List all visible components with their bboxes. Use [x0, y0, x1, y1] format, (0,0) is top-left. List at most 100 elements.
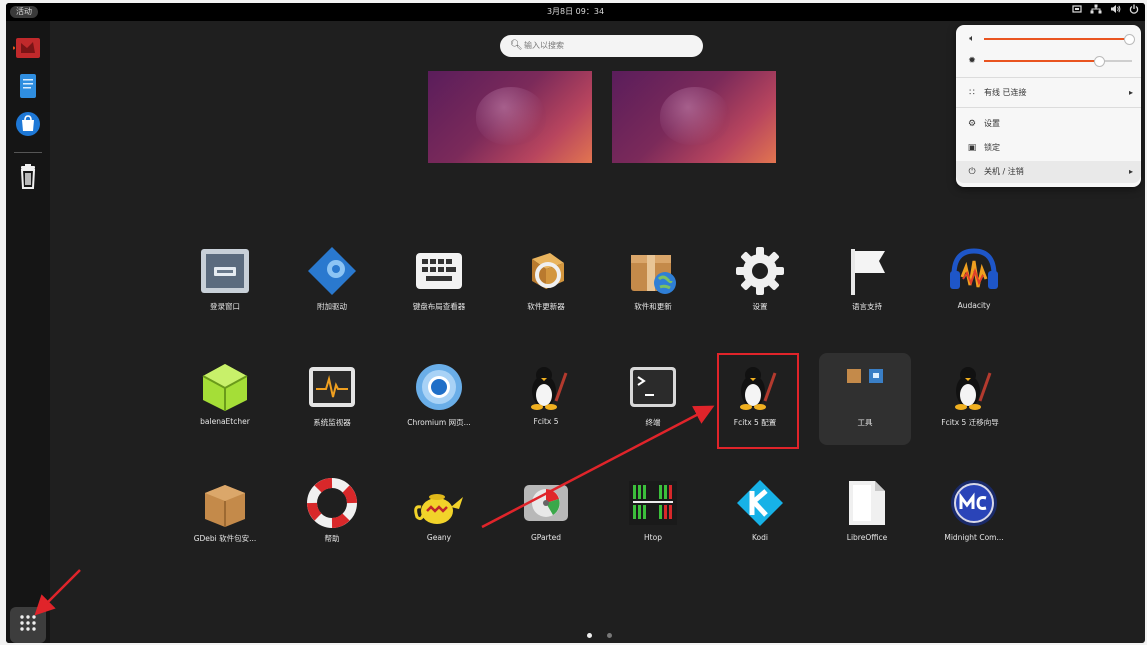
app-htop[interactable]: Htop: [607, 473, 699, 571]
app-audacity[interactable]: Audacity: [928, 241, 1020, 339]
page-indicator-2[interactable]: [607, 633, 612, 638]
app-label: 工具: [857, 418, 873, 427]
volume-knob[interactable]: [1124, 34, 1136, 45]
ubuntu-software-icon[interactable]: [13, 109, 43, 139]
submenu-arrow-icon: ▸: [1128, 88, 1133, 97]
app-label: Kodi: [752, 533, 768, 542]
app-label: 附加驱动: [317, 302, 347, 311]
power-label: 关机 / 注销: [984, 167, 1024, 176]
text-editor-icon[interactable]: [13, 71, 43, 101]
app-label: 登录窗口: [210, 302, 240, 311]
app-label: GParted: [531, 533, 561, 542]
app-fcitx5[interactable]: Fcitx 5: [500, 357, 592, 455]
gparted-disk-icon: [520, 477, 572, 529]
volume-icon: 🔈︎: [969, 34, 975, 44]
app-chromium[interactable]: Chromium 网页...: [393, 357, 485, 455]
app-label: Htop: [644, 533, 662, 542]
app-kodi[interactable]: Kodi: [714, 473, 806, 571]
app-settings[interactable]: 设置: [714, 241, 806, 339]
lock-item[interactable]: ▣ 锁定: [956, 137, 1141, 159]
app-balena-etcher[interactable]: balenaEtcher: [179, 357, 271, 455]
annotation-highlight-box: [717, 353, 799, 449]
app-login-window[interactable]: 登录窗口: [179, 241, 271, 339]
app-utilities-folder[interactable]: 工具: [819, 357, 911, 455]
wired-label: 有线 已连接: [984, 88, 1027, 97]
power-icon: ⏻: [968, 167, 976, 177]
network-icon[interactable]: [1090, 3, 1102, 21]
brightness-slider[interactable]: [984, 56, 1132, 67]
app-midnight-commander[interactable]: Midnight Com...: [928, 473, 1020, 571]
app-gparted[interactable]: GParted: [500, 473, 592, 571]
search-placeholder: 输入以搜索: [524, 41, 564, 50]
app-system-monitor[interactable]: 系统监视器: [286, 357, 378, 455]
search-field[interactable]: 🔍︎ 输入以搜索: [500, 35, 703, 57]
search-icon: 🔍︎: [510, 40, 523, 51]
brightness-fill: [984, 60, 1100, 62]
login-window-icon: [199, 245, 251, 297]
app-additional-drivers[interactable]: 附加驱动: [286, 241, 378, 339]
wired-network-item[interactable]: ∷ 有线 已连接 ▸: [956, 82, 1141, 104]
flag-app-icon[interactable]: [12, 33, 43, 63]
show-applications-button[interactable]: [10, 607, 46, 643]
app-label: 终端: [645, 418, 661, 427]
software-sources-icon: [627, 245, 679, 297]
keyboard-icon: [413, 245, 465, 297]
app-label: 键盘布局查看器: [412, 302, 466, 311]
app-label: Midnight Com...: [944, 533, 1004, 542]
app-label: 软件和更新: [634, 302, 672, 311]
app-label: Audacity: [957, 301, 991, 310]
app-fcitx5-migrator[interactable]: Fcitx 5 迁移向导: [924, 357, 1016, 455]
app-gdebi[interactable]: GDebi 软件包安...: [179, 473, 271, 571]
power-icon[interactable]: [1129, 3, 1139, 21]
dock: [6, 21, 50, 643]
trash-icon[interactable]: [13, 161, 43, 191]
app-label: Chromium 网页...: [407, 418, 471, 427]
app-label: Geany: [426, 533, 452, 542]
volume-icon[interactable]: [1110, 3, 1121, 21]
workspace-thumbnail-2[interactable]: [612, 71, 776, 163]
network-icon: ∷: [969, 88, 975, 98]
top-bar: 活动 3月8日 09：34: [6, 3, 1145, 21]
app-label: 设置: [752, 302, 768, 311]
utilities-folder-icon: [839, 361, 891, 413]
lock-label: 锁定: [984, 143, 1000, 152]
system-tray[interactable]: [1072, 3, 1139, 21]
brightness-slider-row[interactable]: ✹: [956, 50, 1141, 72]
brightness-knob[interactable]: [1094, 56, 1106, 67]
app-geany[interactable]: Geany: [393, 473, 485, 571]
app-terminal[interactable]: 终端: [607, 357, 699, 455]
geany-teapot-icon: [413, 477, 465, 529]
app-keyboard-viewer[interactable]: 键盘布局查看器: [393, 241, 485, 339]
volume-slider-row[interactable]: 🔈︎: [956, 28, 1141, 50]
settings-gear-icon: [734, 245, 786, 297]
software-updater-icon: [520, 245, 572, 297]
audacity-icon: [948, 245, 1000, 297]
brightness-icon: ✹: [968, 56, 976, 66]
settings-label: 设置: [984, 119, 1000, 128]
lock-icon: ▣: [967, 143, 977, 153]
app-software-sources[interactable]: 软件和更新: [607, 241, 699, 339]
app-label: 帮助: [324, 534, 340, 543]
app-label: Fcitx 5: [533, 417, 559, 426]
clock[interactable]: 3月8日 09：34: [6, 3, 1145, 21]
app-software-updater[interactable]: 软件更新器: [500, 241, 592, 339]
app-libreoffice[interactable]: LibreOffice: [821, 473, 913, 571]
volume-slider[interactable]: [984, 34, 1136, 45]
help-lifebuoy-icon: [306, 477, 358, 529]
display-icon[interactable]: [1072, 3, 1082, 21]
app-label: 软件更新器: [527, 302, 565, 311]
power-off-item[interactable]: ⏻ 关机 / 注销 ▸: [956, 161, 1141, 183]
dock-separator: [14, 152, 42, 153]
additional-drivers-icon: [306, 245, 358, 297]
app-language-support[interactable]: 语言支持: [821, 241, 913, 339]
app-help[interactable]: 帮助: [286, 473, 378, 571]
app-label: Fcitx 5 迁移向导: [941, 418, 999, 427]
page-indicator-1[interactable]: [587, 633, 592, 638]
libreoffice-icon: [841, 477, 893, 529]
settings-item[interactable]: ⚙ 设置: [956, 113, 1141, 135]
workspace-thumbnail-1[interactable]: [428, 71, 592, 163]
grid-icon: [19, 614, 37, 636]
fcitx-penguin-icon: [520, 361, 572, 413]
menu-divider: [956, 77, 1141, 78]
balena-etcher-icon: [199, 361, 251, 413]
